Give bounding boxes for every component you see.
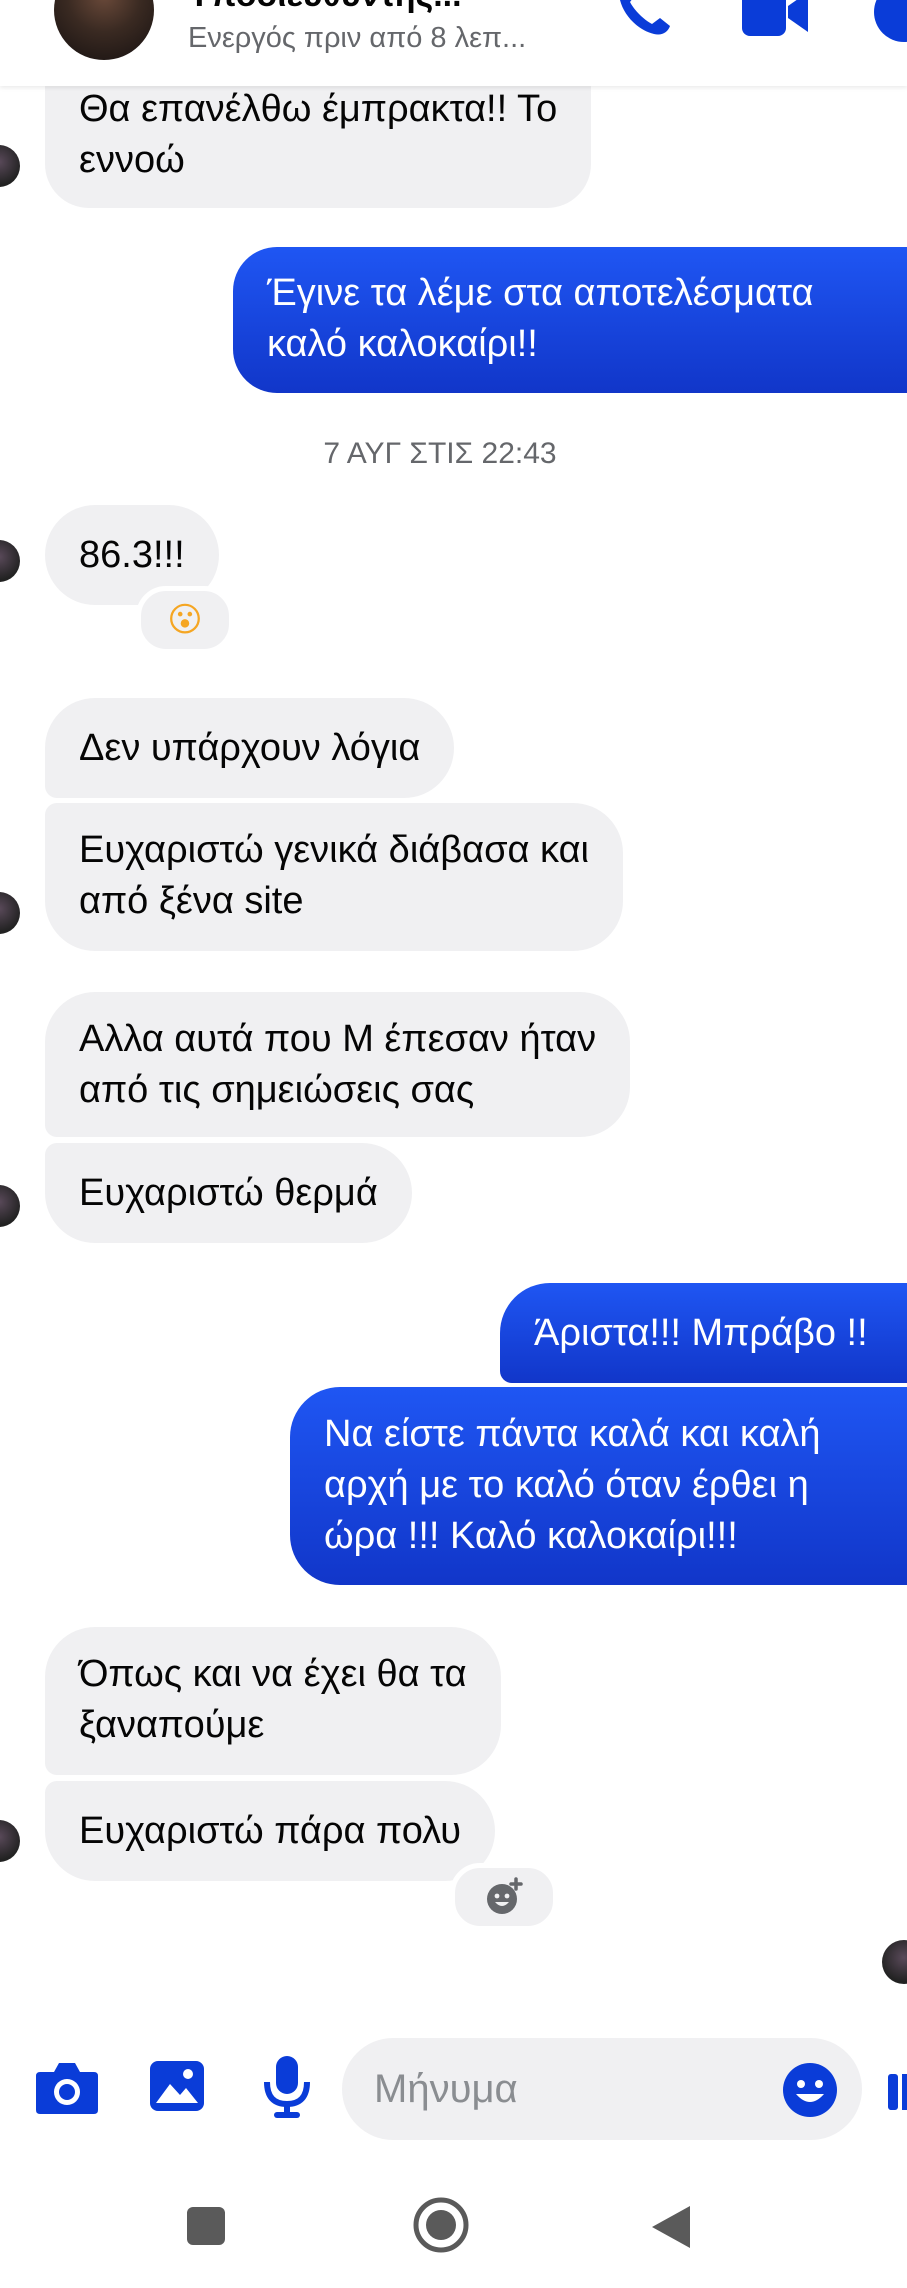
- active-status: Ενεργός πριν από 8 λεπ...: [188, 22, 527, 54]
- message-bubble-incoming[interactable]: Όπως και να έχει θα τα ξαναπούμε: [45, 1627, 501, 1775]
- info-icon[interactable]: [872, 0, 907, 44]
- message-bubble-incoming[interactable]: Δεν υπάρχουν λόγια: [45, 698, 455, 798]
- conversation-timestamp: 7 ΑΥΓ ΣΤΙΣ 22:43: [323, 437, 557, 470]
- peer-avatar: [0, 1820, 20, 1862]
- add-reaction-button[interactable]: [450, 1863, 558, 1931]
- message-reaction[interactable]: 😮: [136, 586, 234, 654]
- home-icon[interactable]: [412, 2196, 470, 2254]
- recent-apps-icon[interactable]: [186, 2206, 226, 2246]
- message-bubble-outgoing[interactable]: Έγινε τα λέμε στα αποτελέσματα καλό καλο…: [233, 247, 907, 393]
- video-call-icon[interactable]: [740, 0, 810, 44]
- microphone-icon[interactable]: [262, 2054, 312, 2120]
- phone-icon[interactable]: [610, 0, 674, 44]
- read-receipt-avatar: [882, 1940, 907, 1984]
- camera-icon[interactable]: [34, 2058, 100, 2118]
- message-bubble-incoming[interactable]: Αλλα αυτά που Μ έπεσαν ήταν από τις σημε…: [45, 992, 631, 1137]
- back-icon[interactable]: [650, 2204, 692, 2250]
- chat-header: Υποδιευθυντής... Ενεργός πριν από 8 λεπ.…: [0, 0, 907, 86]
- like-icon[interactable]: [886, 2060, 907, 2118]
- message-input-container[interactable]: [342, 2038, 862, 2140]
- message-input[interactable]: [374, 2062, 774, 2116]
- emoji-icon[interactable]: [782, 2062, 838, 2118]
- message-bubble-outgoing[interactable]: Άριστα!!! Μπράβο !!: [500, 1283, 907, 1383]
- peer-avatar: [0, 540, 20, 582]
- message-bubble-incoming[interactable]: Ευχαριστώ θερμά: [45, 1143, 412, 1243]
- surprised-emoji-icon: 😮: [167, 600, 203, 640]
- message-bubble-incoming[interactable]: Ευχαριστώ γενικά διάβασα και από ξένα si…: [45, 803, 623, 951]
- image-icon[interactable]: [148, 2058, 206, 2114]
- peer-avatar: [0, 1185, 20, 1227]
- peer-avatar: [0, 145, 20, 187]
- message-bubble-outgoing[interactable]: Να είστε πάντα καλά και καλή αρχή με το …: [290, 1387, 907, 1585]
- contact-name[interactable]: Υποδιευθυντής...: [188, 0, 462, 15]
- peer-avatar: [0, 892, 20, 934]
- system-navigation-bar: [0, 2170, 907, 2288]
- contact-avatar[interactable]: [54, 0, 154, 60]
- messenger-chat-screen: Υποδιευθυντής... Ενεργός πριν από 8 λεπ.…: [0, 0, 907, 2288]
- add-reaction-icon: [487, 1877, 523, 1914]
- message-bubble-incoming[interactable]: Ευχαριστώ πάρα πολυ: [45, 1781, 495, 1881]
